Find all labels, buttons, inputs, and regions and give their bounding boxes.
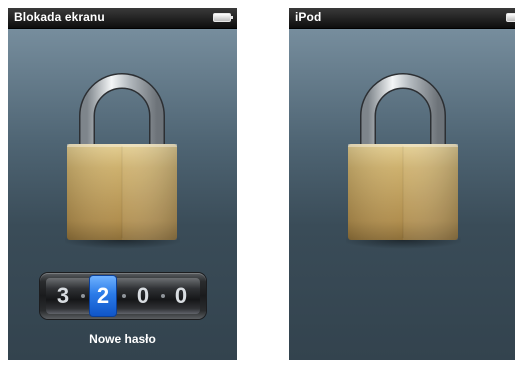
passcode-digit[interactable]: 3 bbox=[50, 278, 76, 314]
battery-icon bbox=[213, 13, 233, 22]
status-bar: Blokada ekranu bbox=[8, 8, 237, 29]
passcode-wheel-inner: 3 2 0 0 bbox=[46, 276, 200, 316]
locked-screen: iPod bbox=[289, 8, 515, 360]
passcode-label: Nowe hasło bbox=[89, 332, 156, 346]
digit-separator bbox=[161, 294, 165, 298]
padlock-icon bbox=[346, 73, 461, 249]
passcode-digit[interactable]: 0 bbox=[168, 278, 194, 314]
status-title: iPod bbox=[295, 10, 322, 24]
passcode-digit-active[interactable]: 2 bbox=[90, 276, 116, 316]
passcode-digit[interactable]: 0 bbox=[130, 278, 156, 314]
lock-screen-setup: Blokada ekranu 3 2 0 0 Nowe hasło bbox=[8, 8, 237, 360]
passcode-wheel[interactable]: 3 2 0 0 bbox=[40, 273, 206, 319]
battery-icon bbox=[506, 13, 515, 22]
digit-separator bbox=[122, 294, 126, 298]
padlock-icon bbox=[65, 73, 180, 249]
digit-separator bbox=[81, 294, 85, 298]
status-title: Blokada ekranu bbox=[14, 10, 105, 24]
status-bar: iPod bbox=[289, 8, 515, 29]
